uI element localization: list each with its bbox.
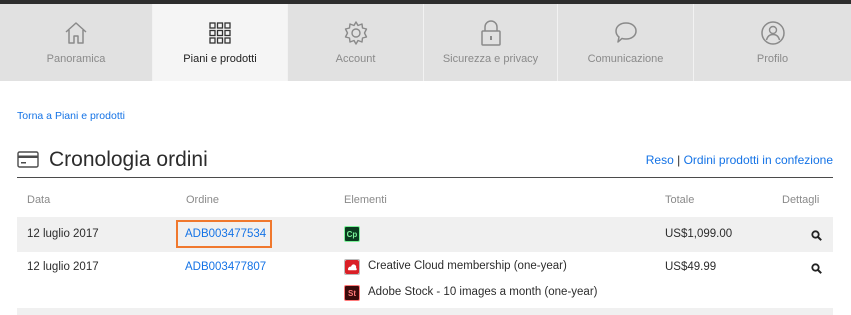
tab-plans-products[interactable]: Piani e prodotti <box>153 4 288 81</box>
profile-icon <box>760 19 786 47</box>
order-total: US$49.99 <box>665 261 717 273</box>
order-date: 12 luglio 2017 <box>27 261 99 273</box>
tab-plans-products-label: Piani e prodotti <box>183 53 257 65</box>
tab-communication-label: Comunicazione <box>587 53 664 65</box>
tab-account-label: Account <box>335 53 376 65</box>
gear-icon <box>343 19 369 47</box>
adobe-stock-icon: St <box>344 285 360 301</box>
home-icon <box>63 19 89 47</box>
chat-bubble-icon <box>613 19 639 47</box>
grid-icon <box>209 19 231 47</box>
back-to-plans-link[interactable]: Torna a Piani e prodotti <box>17 110 125 122</box>
order-number-link[interactable]: ADB003477534 <box>185 228 266 240</box>
column-header-date: Data <box>27 194 51 206</box>
magnifier-icon[interactable] <box>811 228 822 246</box>
creative-cloud-icon <box>344 259 360 275</box>
table-row: 12 luglio 2017 ADB003477534 Cp US$1,099.… <box>17 217 833 252</box>
order-history-header: Cronologia ordini Reso | Ordini prodotti… <box>17 148 833 178</box>
order-number-link[interactable]: ADB003477807 <box>185 261 266 273</box>
lock-icon <box>480 19 502 47</box>
returns-link[interactable]: Reso <box>646 153 674 167</box>
order-total: US$1,099.00 <box>665 228 733 240</box>
adobe-captivate-icon: Cp <box>344 226 360 242</box>
credit-card-icon <box>17 151 39 174</box>
tab-overview[interactable]: Panoramica <box>0 4 153 81</box>
tab-profile-label: Profilo <box>756 53 789 65</box>
tab-account[interactable]: Account <box>288 4 424 81</box>
link-separator: | <box>677 153 681 167</box>
tab-communication[interactable]: Comunicazione <box>558 4 694 81</box>
table-row: 12 luglio 2017 ADB003477807 Creative Clo… <box>17 252 833 308</box>
column-header-details: Dettagli <box>782 194 820 206</box>
tab-profile[interactable]: Profilo <box>694 4 851 81</box>
column-header-total: Totale <box>665 194 695 206</box>
column-header-order: Ordine <box>186 194 220 206</box>
tab-security-privacy[interactable]: Sicurezza e privacy <box>424 4 558 81</box>
section-links: Reso | Ordini prodotti in confezione <box>646 153 833 167</box>
tab-overview-label: Panoramica <box>46 53 106 65</box>
item-name: Adobe Stock - 10 images a month (one-yea… <box>368 286 598 298</box>
table-row <box>17 308 833 315</box>
main-tabs: Panoramica Piani e prodotti Account Sicu… <box>0 4 851 81</box>
bundled-orders-link[interactable]: Ordini prodotti in confezione <box>684 153 833 167</box>
order-date: 12 luglio 2017 <box>27 228 99 240</box>
item-name: Creative Cloud membership (one-year) <box>368 260 567 272</box>
tab-security-privacy-label: Sicurezza e privacy <box>442 53 539 65</box>
magnifier-icon[interactable] <box>811 261 822 279</box>
page-title: Cronologia ordini <box>49 148 208 171</box>
column-header-items: Elementi <box>344 194 387 206</box>
